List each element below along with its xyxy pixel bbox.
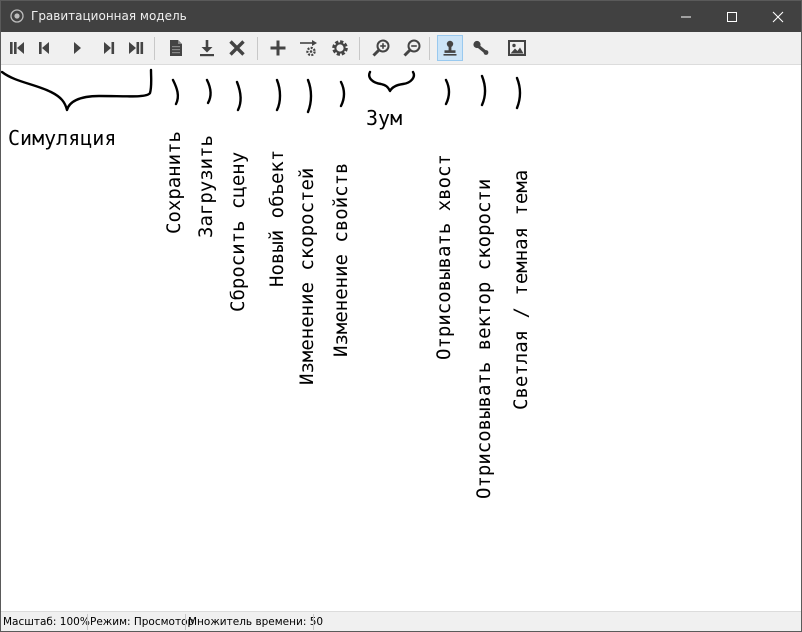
close-button[interactable] — [755, 1, 801, 32]
close-x-icon — [229, 40, 245, 56]
to-end-button[interactable] — [123, 35, 149, 61]
reset-scene-button[interactable] — [224, 35, 250, 61]
annotation-sketch — [1, 68, 522, 114]
label-save: Сохранить — [163, 131, 185, 234]
app-window: Гравитационная модель Симуляция Зум Сохр… — [0, 0, 802, 632]
connector-tail — [444, 78, 451, 106]
load-button[interactable] — [194, 35, 220, 61]
minimize-icon — [681, 16, 691, 17]
gear-icon — [332, 40, 348, 56]
label-reset-scene: Сбросить сцену — [227, 151, 249, 312]
status-divider — [313, 614, 314, 630]
label-change-velocities: Изменение скоростей — [296, 167, 318, 385]
label-draw-velocity-vector: Отрисовывать вектор скорости — [473, 178, 495, 499]
zoom-in-button[interactable] — [368, 35, 394, 61]
image-icon — [508, 40, 526, 56]
window-title: Гравитационная модель — [31, 9, 187, 23]
download-icon — [200, 40, 214, 57]
status-time-multiplier: Множитель времени: 50 — [188, 616, 324, 628]
zoom-out-button[interactable] — [399, 35, 425, 61]
label-draw-tail: Отрисовывать хвост — [433, 154, 455, 360]
label-simulation: Симуляция — [8, 126, 117, 150]
close-icon — [772, 11, 784, 22]
toolbar-separator — [359, 37, 360, 60]
draw-tail-button[interactable] — [437, 35, 463, 61]
app-orbit-icon — [10, 9, 24, 23]
maximize-icon — [727, 11, 737, 22]
connector-reset — [235, 80, 242, 112]
label-new-object: Новый объект — [266, 149, 288, 287]
title-bar[interactable]: Гравитационная модель — [1, 1, 801, 32]
to-start-button[interactable] — [4, 35, 30, 61]
zoom-brace — [368, 70, 416, 93]
step-back-button[interactable] — [31, 35, 57, 61]
label-zoom: Зум — [366, 106, 403, 130]
velocity-gear-icon — [300, 40, 317, 57]
connector-theme — [515, 76, 522, 110]
vector-icon — [473, 40, 489, 55]
play-button[interactable] — [64, 35, 90, 61]
minimize-button[interactable] — [663, 1, 709, 32]
step-forward-icon — [104, 42, 115, 54]
save-file-icon — [170, 40, 182, 56]
connector-vector — [480, 74, 487, 107]
toolbar — [1, 32, 801, 65]
status-mode: Режим: Просмотор — [90, 616, 195, 628]
step-forward-button[interactable] — [96, 35, 122, 61]
plus-icon — [270, 40, 286, 56]
change-properties-button[interactable] — [327, 35, 353, 61]
save-button[interactable] — [163, 35, 189, 61]
to-start-icon — [10, 42, 24, 54]
new-object-button[interactable] — [265, 35, 291, 61]
label-load: Загрузить — [195, 135, 217, 238]
to-end-icon — [129, 42, 144, 54]
connector-new-object — [275, 78, 282, 112]
toolbar-separator — [257, 37, 258, 60]
zoom-out-icon — [403, 39, 421, 57]
draw-velocity-vector-button[interactable] — [468, 35, 494, 61]
connector-properties — [339, 80, 346, 108]
stamp-icon — [443, 40, 457, 56]
toolbar-separator — [154, 37, 155, 60]
zoom-in-icon — [372, 39, 390, 57]
label-theme: Светлая / темная тема — [510, 169, 532, 410]
toolbar-separator — [429, 37, 430, 60]
status-scale: Масштаб: 100% — [3, 616, 90, 628]
connector-velocities — [306, 78, 313, 114]
status-bar: Масштаб: 100% Режим: Просмотор Множитель… — [1, 611, 801, 631]
connector-save — [171, 78, 180, 106]
label-change-properties: Изменение свойств — [330, 162, 352, 357]
simulation-canvas[interactable]: Симуляция Зум Сохранить Загрузить Сброси… — [1, 66, 801, 611]
step-back-icon — [39, 42, 49, 54]
maximize-button[interactable] — [709, 1, 755, 32]
play-icon — [74, 42, 81, 54]
connector-load — [205, 78, 212, 105]
change-velocities-button[interactable] — [296, 35, 322, 61]
simulation-brace — [1, 68, 153, 112]
theme-toggle-button[interactable] — [504, 35, 530, 61]
